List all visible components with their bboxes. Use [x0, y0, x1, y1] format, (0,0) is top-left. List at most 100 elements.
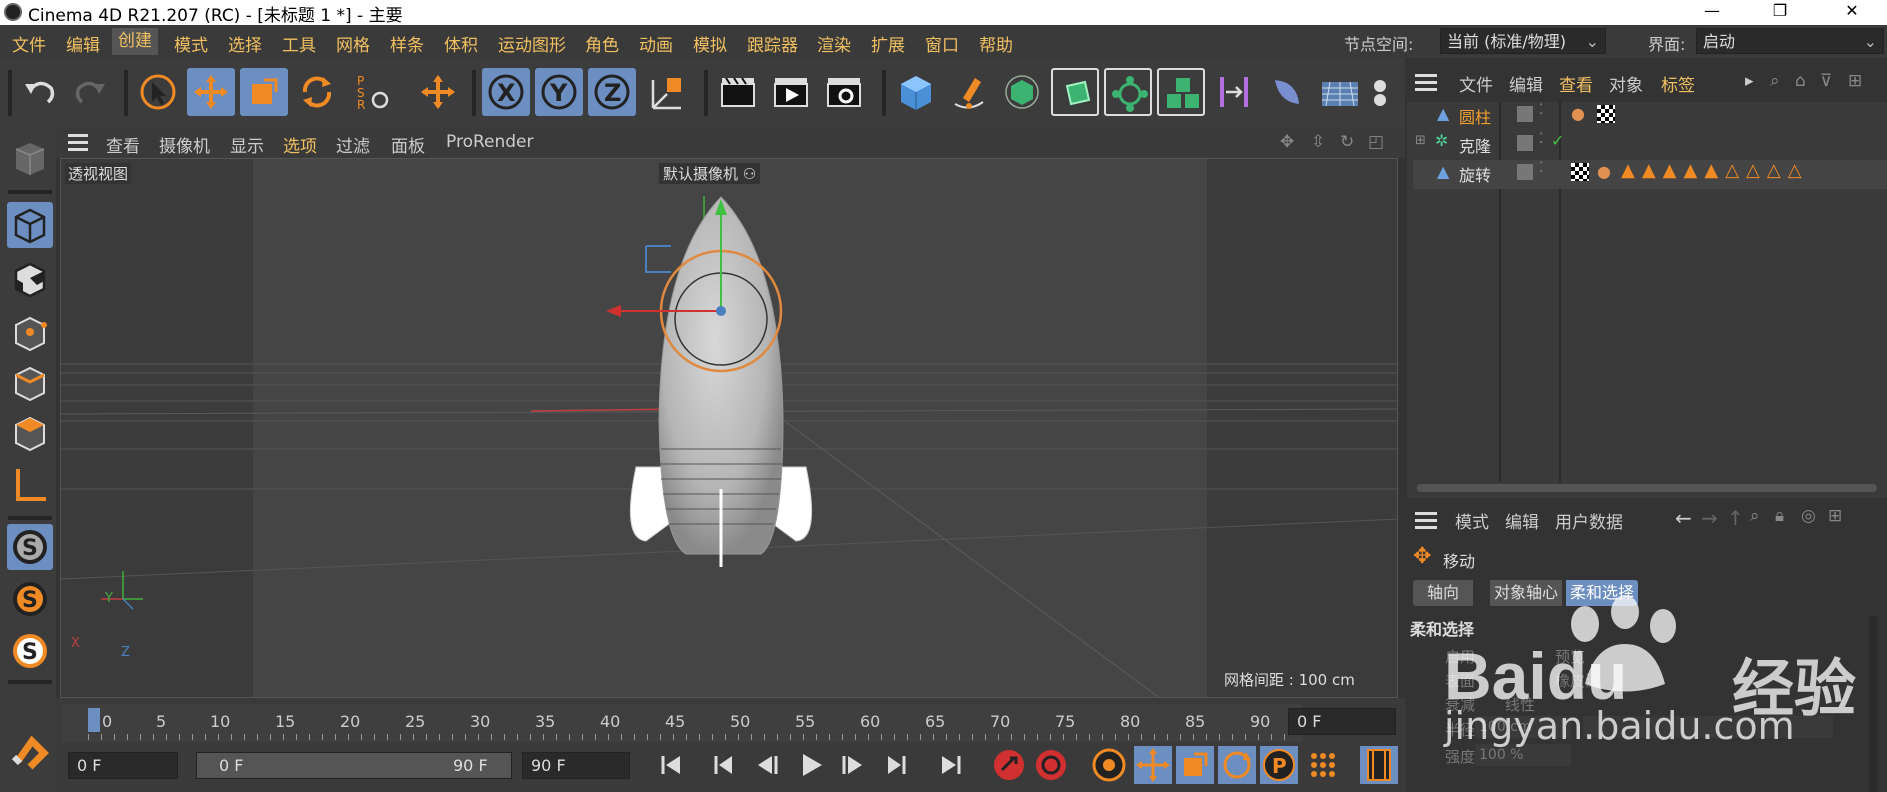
menu-select[interactable]: 选择 — [228, 31, 262, 56]
deformer-button[interactable] — [1210, 68, 1258, 116]
attr-menu-edit[interactable]: 编辑 — [1505, 508, 1539, 533]
previous-key-button[interactable] — [706, 746, 744, 784]
menu-help[interactable]: 帮助 — [979, 31, 1013, 56]
rotation-track-button[interactable] — [1218, 746, 1256, 784]
keyframe-selection-button[interactable] — [1090, 746, 1128, 784]
timeline-window-button[interactable] — [1360, 746, 1398, 784]
menu-simulate[interactable]: 模拟 — [693, 31, 727, 56]
point-mode-button[interactable] — [7, 310, 53, 356]
viewport-menu-panel[interactable]: 面板 — [391, 132, 425, 157]
pen-tool-button[interactable] — [945, 68, 993, 116]
perspective-viewport[interactable]: 透视视图 默认摄像机 ⚇ 网格间距 : 100 cm Y X Z — [60, 158, 1398, 698]
viewport-menu-cameras[interactable]: 摄像机 — [159, 132, 210, 157]
axis-mode-button[interactable] — [7, 462, 53, 508]
up-arrow-icon[interactable]: ↑ — [1727, 506, 1744, 530]
record-keys-button[interactable] — [990, 746, 1028, 784]
enabled-check-icon[interactable]: ✓ — [1551, 131, 1564, 150]
menu-tools[interactable]: 工具 — [282, 31, 316, 56]
texture-mode-button[interactable] — [7, 256, 53, 302]
node-space-dropdown[interactable]: 当前 (标准/物理) ⌄ — [1440, 28, 1606, 54]
lock-z-button[interactable]: Z — [588, 68, 636, 116]
menu-create[interactable]: 创建 — [112, 28, 158, 55]
scale-track-button[interactable] — [1176, 746, 1214, 784]
polygon-mode-button[interactable] — [7, 410, 53, 456]
hamburger-menu-icon[interactable] — [68, 134, 88, 152]
camera-button[interactable] — [1366, 68, 1396, 116]
menu-edit[interactable]: 编辑 — [66, 31, 100, 56]
go-to-start-button[interactable] — [652, 746, 690, 784]
search-icon[interactable]: ⌕ — [1750, 506, 1760, 526]
object-row-cloner[interactable]: ⊞ ✲ 克隆 ⁚ ✓ — [1413, 131, 1887, 160]
cloner-button[interactable] — [1104, 68, 1152, 116]
model-mode-button[interactable] — [7, 202, 53, 248]
filter-icon[interactable]: ⊽ — [1820, 71, 1832, 91]
more-arrow-icon[interactable]: ▸ — [1745, 71, 1754, 91]
toolbar-grip[interactable] — [8, 70, 12, 116]
go-to-end-button[interactable] — [932, 746, 970, 784]
lock-icon[interactable]: 🔒︎ — [1775, 506, 1784, 526]
menu-window[interactable]: 窗口 — [925, 31, 959, 56]
viewport-move-icon[interactable]: ✥ — [1280, 132, 1294, 152]
subdivision-surface-button[interactable] — [998, 68, 1046, 116]
menu-spline[interactable]: 样条 — [390, 31, 424, 56]
layer-icon[interactable] — [1517, 135, 1533, 151]
coordinate-system-button[interactable] — [643, 68, 691, 116]
selection-tags-icon[interactable]: ▲▲▲▲▲△△△△ — [1621, 160, 1809, 181]
next-key-button[interactable] — [876, 746, 914, 784]
close-button[interactable]: ✕ — [1824, 0, 1880, 25]
move-tool-button[interactable] — [187, 68, 235, 116]
expand-icon[interactable]: ⊞ — [1415, 133, 1426, 148]
menu-mode[interactable]: 模式 — [174, 31, 208, 56]
play-button[interactable] — [792, 746, 830, 784]
timeline-ruler[interactable]: 0 5 10 15 20 25 30 35 40 45 50 55 60 65 … — [62, 704, 1302, 742]
menu-file[interactable]: 文件 — [12, 31, 46, 56]
visibility-dots-icon[interactable]: ⁚ — [1539, 102, 1543, 118]
minimize-button[interactable]: — — [1684, 0, 1740, 25]
scale-tool-button[interactable] — [240, 68, 288, 116]
render-to-picture-viewer-button[interactable] — [767, 68, 815, 116]
menu-render[interactable]: 渲染 — [817, 31, 851, 56]
viewport-dolly-icon[interactable]: ⇳ — [1311, 132, 1325, 152]
attr-menu-mode[interactable]: 模式 — [1455, 508, 1489, 533]
obj-menu-tags[interactable]: 标签 — [1661, 71, 1695, 96]
horizontal-scrollbar[interactable] — [1417, 484, 1877, 492]
render-view-button[interactable] — [714, 68, 762, 116]
obj-menu-view[interactable]: 查看 — [1559, 71, 1593, 96]
attr-menu-userdata[interactable]: 用户数据 — [1555, 508, 1623, 533]
playhead[interactable] — [88, 708, 100, 732]
menu-mesh[interactable]: 网格 — [336, 31, 370, 56]
visibility-dots-icon[interactable]: ⁚ — [1539, 131, 1543, 147]
search-icon[interactable]: ⌕ — [1770, 71, 1780, 91]
hamburger-menu-icon[interactable] — [1415, 512, 1437, 530]
obj-menu-edit[interactable]: 编辑 — [1509, 71, 1543, 96]
forward-arrow-icon[interactable]: → — [1701, 506, 1718, 530]
edge-mode-button[interactable] — [7, 360, 53, 406]
position-track-button[interactable] — [1134, 746, 1172, 784]
menu-animate[interactable]: 动画 — [639, 31, 673, 56]
home-icon[interactable]: ⌂ — [1795, 71, 1806, 91]
psr-button[interactable]: PSR — [350, 68, 398, 116]
render-settings-button[interactable] — [820, 68, 868, 116]
tab-object-axis[interactable]: 对象轴心 — [1490, 580, 1563, 606]
back-arrow-icon[interactable]: ← — [1675, 506, 1692, 530]
texture-tag-icon[interactable] — [1597, 105, 1615, 123]
target-icon[interactable]: ◎ — [1801, 506, 1816, 526]
previous-frame-button[interactable] — [748, 746, 786, 784]
viewport-menu-options[interactable]: 选项 — [283, 132, 317, 157]
viewport-menu-display[interactable]: 显示 — [230, 132, 264, 157]
start-frame-field[interactable]: 0 F — [68, 752, 178, 779]
texture-tag-icon[interactable] — [1571, 163, 1589, 181]
object-row-lathe[interactable]: ▲ 旋转 ⁚ ● ▲▲▲▲▲△△△△ — [1413, 160, 1887, 189]
layer-icon[interactable] — [1517, 164, 1533, 180]
autokey-button[interactable] — [1032, 746, 1070, 784]
magnet-tool-button[interactable] — [7, 728, 53, 774]
menu-volume[interactable]: 体积 — [444, 31, 478, 56]
new-window-icon[interactable]: ⊞ — [1848, 71, 1862, 91]
snap-button[interactable]: S — [7, 524, 53, 570]
layout-dropdown[interactable]: 启动 ⌄ — [1696, 28, 1884, 54]
lock-y-button[interactable]: Y — [535, 68, 583, 116]
viewport-maximize-icon[interactable]: ◰ — [1368, 132, 1384, 152]
hamburger-menu-icon[interactable] — [1415, 74, 1437, 92]
cube-primitive-button[interactable] — [892, 68, 940, 116]
viewport-menu-filter[interactable]: 过滤 — [336, 132, 370, 157]
